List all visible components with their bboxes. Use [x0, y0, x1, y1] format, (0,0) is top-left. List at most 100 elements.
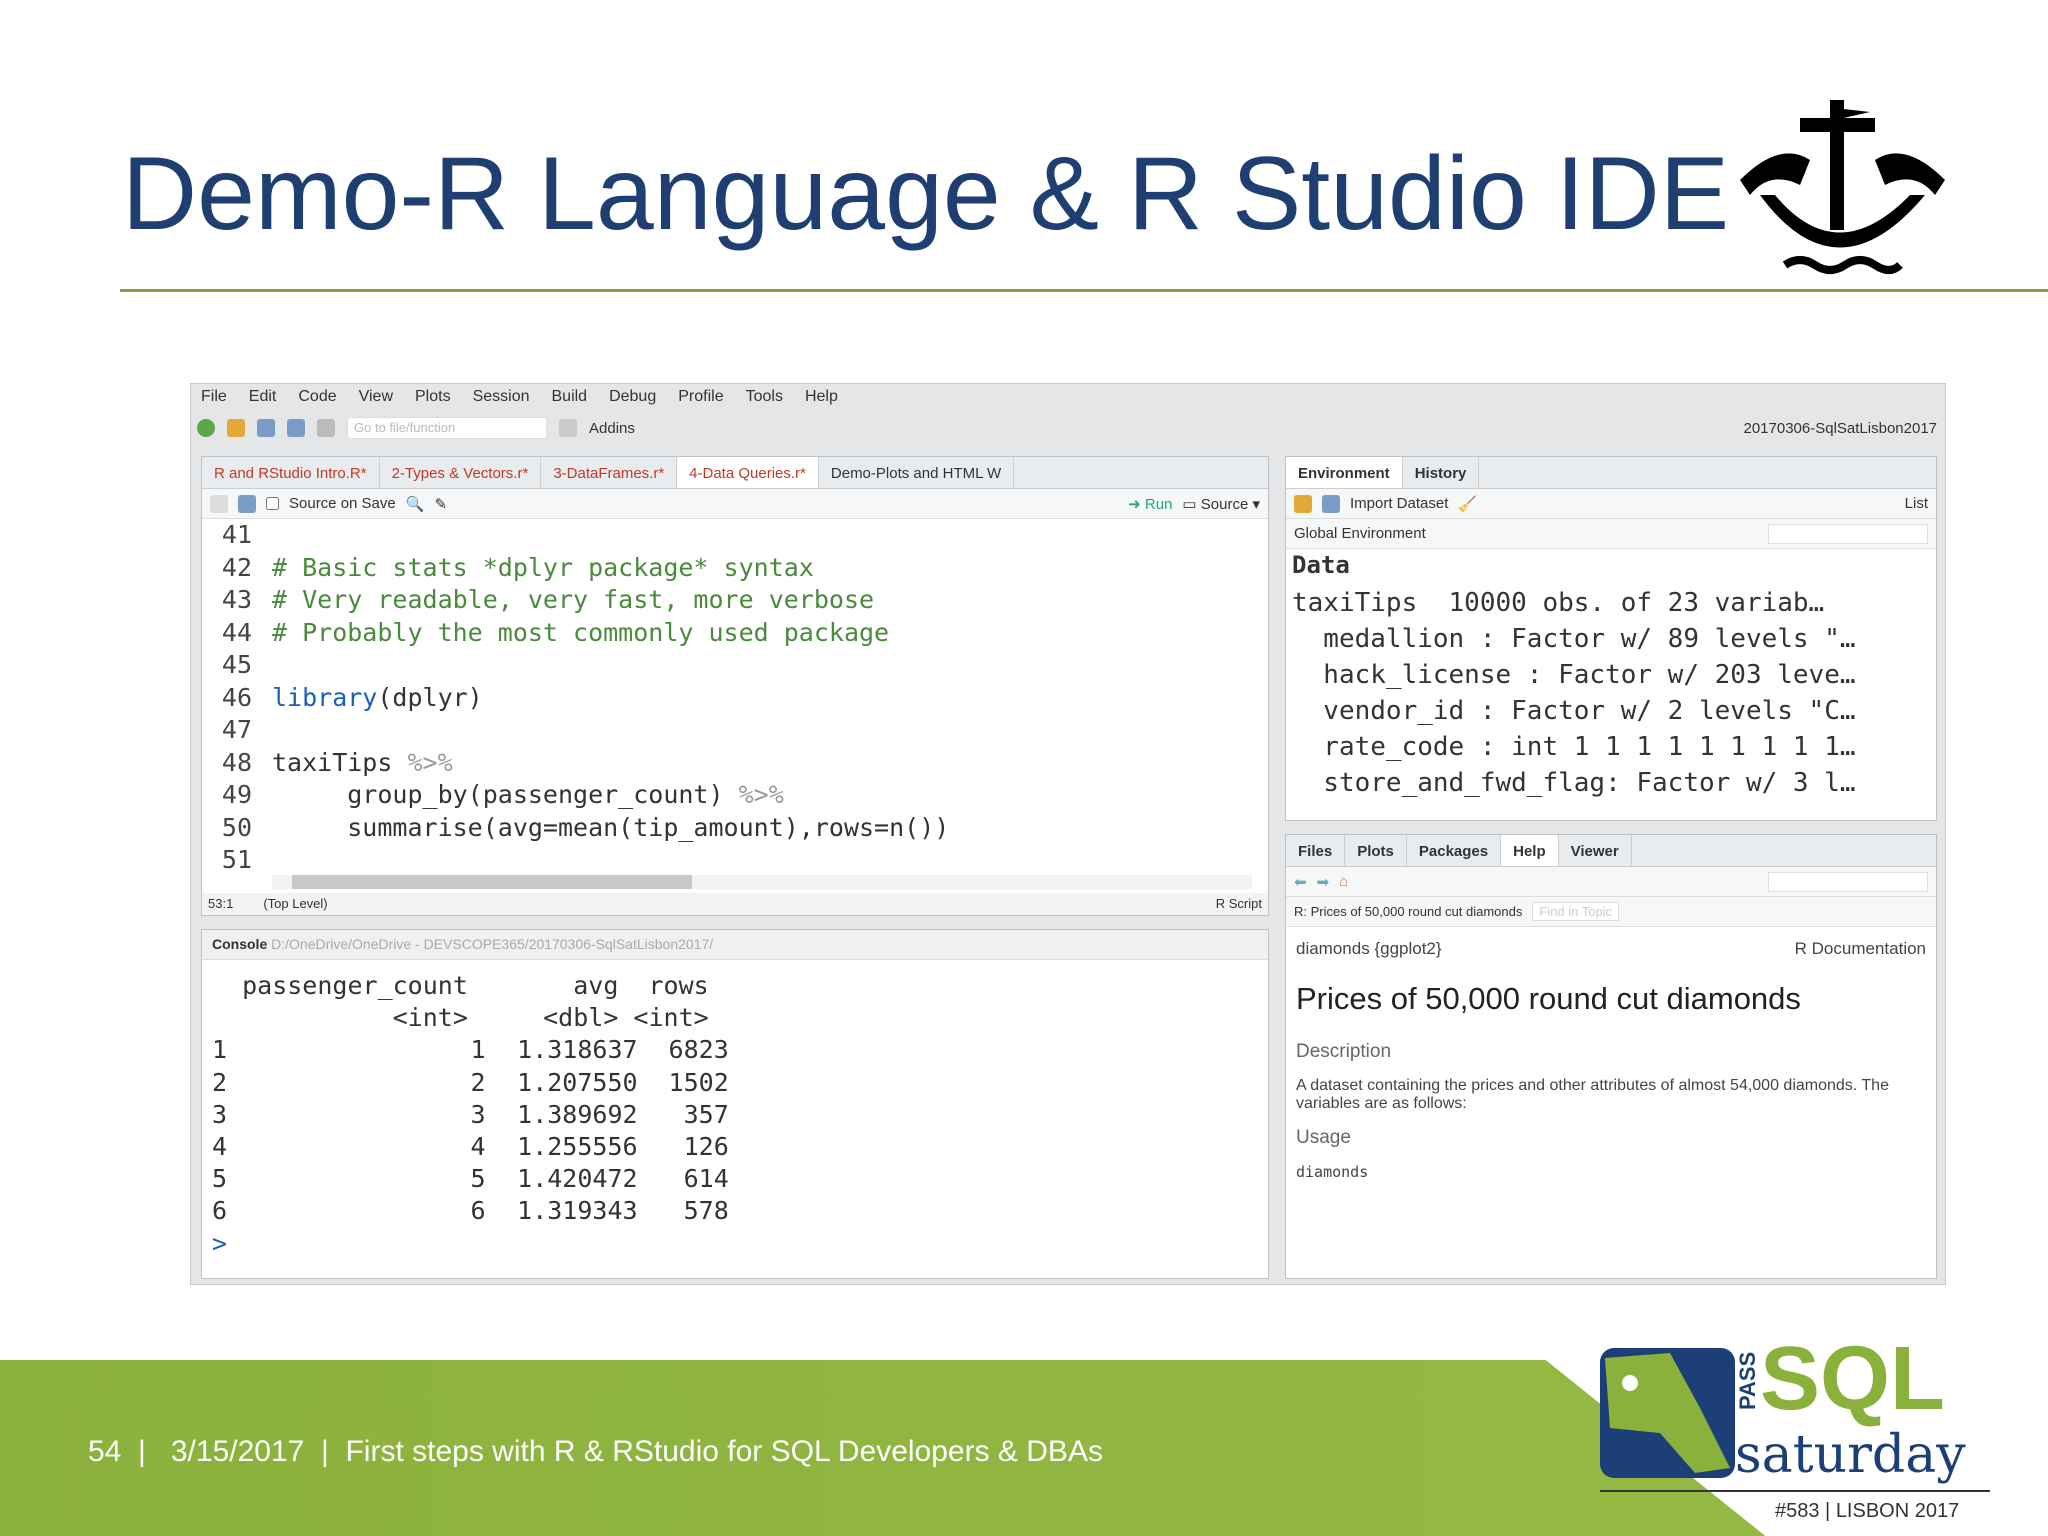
- tab-demo-plots[interactable]: Demo-Plots and HTML W: [819, 457, 1015, 488]
- editor-toolbar: Source on Save 🔍 ✎ ➜ Run ▭ Source ▾: [202, 489, 1268, 519]
- cell-avg: 1.255556: [517, 1131, 638, 1161]
- line-text: group_by(passenger_count) %>%: [272, 780, 784, 809]
- open-project-icon[interactable]: [227, 419, 245, 437]
- menu-file[interactable]: File: [201, 388, 227, 406]
- sql-text: SQL: [1760, 1329, 1946, 1429]
- project-menu[interactable]: 20170306-SqlSatLisbon2017: [1744, 420, 1938, 437]
- back-icon[interactable]: [210, 494, 228, 513]
- help-heading: Prices of 50,000 round cut diamonds: [1296, 981, 1801, 1016]
- tab-types-vectors[interactable]: 2-Types & Vectors.r*: [380, 457, 542, 488]
- menu-build[interactable]: Build: [552, 388, 588, 406]
- console-row: 2 2 1.207550 1502: [212, 1067, 1258, 1099]
- cell-rows: 1502: [668, 1067, 729, 1097]
- find-in-topic-input[interactable]: Find in Topic: [1532, 902, 1620, 921]
- slide-date: 3/15/2017: [170, 1435, 305, 1468]
- global-environment-selector[interactable]: Global Environment: [1294, 525, 1426, 542]
- print-icon[interactable]: [317, 419, 335, 437]
- tab-intro[interactable]: R and RStudio Intro.R*: [202, 457, 380, 488]
- horizontal-scrollbar[interactable]: [272, 875, 1252, 889]
- file-type-selector[interactable]: R Script: [1216, 896, 1262, 912]
- environment-list[interactable]: taxiTips 10000 obs. of 23 variab… medall…: [1292, 585, 1930, 801]
- env-item[interactable]: rate_code : int 1 1 1 1 1 1 1 1 1…: [1292, 729, 1930, 765]
- cell-pc: 6: [470, 1196, 486, 1226]
- run-button[interactable]: ➜ Run: [1128, 495, 1172, 513]
- env-search-input[interactable]: [1768, 523, 1928, 544]
- cell-avg: 1.420472: [517, 1164, 638, 1194]
- menu-tools[interactable]: Tools: [746, 388, 783, 406]
- env-item[interactable]: hack_license : Factor w/ 203 leve…: [1292, 657, 1930, 693]
- env-item[interactable]: vendor_id : Factor w/ 2 levels "C…: [1292, 693, 1930, 729]
- list-view-selector[interactable]: List: [1905, 495, 1928, 512]
- menu-view[interactable]: View: [359, 388, 393, 406]
- menu-code[interactable]: Code: [298, 388, 336, 406]
- help-topic-selector[interactable]: R: Prices of 50,000 round cut diamonds: [1294, 904, 1522, 919]
- help-package: diamonds {ggplot2}: [1296, 939, 1442, 958]
- console-output[interactable]: passenger_count avg rows <int> <dbl> <in…: [202, 960, 1268, 1270]
- help-topic-bar: R: Prices of 50,000 round cut diamonds F…: [1286, 897, 1936, 927]
- menu-plots[interactable]: Plots: [415, 388, 451, 406]
- tab-files[interactable]: Files: [1286, 835, 1346, 866]
- back-arrow-icon[interactable]: ⬅: [1294, 873, 1307, 891]
- tab-viewer[interactable]: Viewer: [1559, 835, 1632, 866]
- console-prompt[interactable]: >: [212, 1228, 1258, 1260]
- save-workspace-icon[interactable]: [1322, 494, 1340, 513]
- env-item[interactable]: store_and_fwd_flag: Factor w/ 3 l…: [1292, 765, 1930, 801]
- cursor-position: 53:1: [208, 896, 234, 911]
- code-line: 45: [202, 649, 1268, 682]
- save-all-icon[interactable]: [287, 419, 305, 437]
- menu-session[interactable]: Session: [473, 388, 530, 406]
- line-number: 50: [221, 812, 252, 842]
- import-dataset-button[interactable]: Import Dataset: [1350, 495, 1448, 512]
- code-line: 48 taxiTips %>%: [202, 747, 1268, 780]
- load-workspace-icon[interactable]: [1294, 494, 1312, 513]
- save-icon[interactable]: [238, 494, 256, 513]
- forward-arrow-icon[interactable]: ➡: [1317, 873, 1330, 891]
- console-row: 4 4 1.255556 126: [212, 1131, 1258, 1163]
- home-icon[interactable]: ⌂: [1339, 873, 1348, 890]
- line-text: # Very readable, very fast, more verbose: [272, 585, 875, 614]
- source-on-save-checkbox[interactable]: [266, 497, 279, 510]
- cell-rows: 126: [683, 1131, 729, 1161]
- wand-icon[interactable]: ✎: [434, 495, 447, 513]
- env-item[interactable]: taxiTips 10000 obs. of 23 variab…: [1292, 585, 1930, 621]
- scope-selector[interactable]: (Top Level): [263, 896, 327, 912]
- env-item[interactable]: medallion : Factor w/ 89 levels "…: [1292, 621, 1930, 657]
- goto-file-input[interactable]: Go to file/function: [347, 417, 547, 439]
- tab-environment[interactable]: Environment: [1286, 457, 1403, 488]
- console-header: passenger_count avg rows: [212, 971, 709, 1000]
- tab-data-queries[interactable]: 4-Data Queries.r*: [677, 457, 819, 488]
- save-icon[interactable]: [257, 419, 275, 437]
- menu-profile[interactable]: Profile: [678, 388, 723, 406]
- new-file-icon[interactable]: [197, 419, 215, 437]
- source-button[interactable]: ▭ Source ▾: [1182, 495, 1260, 513]
- help-search-input[interactable]: [1768, 871, 1928, 892]
- code-area[interactable]: 41 42 # Basic stats *dplyr package* syntax…: [202, 519, 1268, 877]
- menu-help[interactable]: Help: [805, 388, 838, 406]
- help-description-heading: Description: [1296, 1041, 1392, 1062]
- broom-icon[interactable]: 🧹: [1458, 495, 1477, 513]
- menu-bar: File Edit Code View Plots Session Build …: [201, 388, 838, 406]
- tab-help[interactable]: Help: [1501, 835, 1559, 866]
- code-line: 44 # Probably the most commonly used pack…: [202, 617, 1268, 650]
- tab-history[interactable]: History: [1403, 457, 1480, 488]
- tab-plots[interactable]: Plots: [1345, 835, 1407, 866]
- workspace-panes-icon[interactable]: [559, 419, 577, 437]
- pass-text: PASS: [1735, 1351, 1760, 1410]
- source-label: Source: [1200, 495, 1249, 513]
- menu-debug[interactable]: Debug: [609, 388, 656, 406]
- anchor-logo-icon: [1740, 100, 1945, 274]
- line-number: 41: [221, 520, 252, 549]
- sep: |: [321, 1435, 329, 1468]
- addins-menu[interactable]: Addins: [589, 420, 635, 437]
- menu-edit[interactable]: Edit: [249, 388, 277, 406]
- console-row: 3 3 1.389692 357: [212, 1099, 1258, 1131]
- cell-rows: 578: [683, 1196, 729, 1226]
- search-icon[interactable]: 🔍: [406, 495, 425, 513]
- cell-avg: 1.389692: [517, 1099, 638, 1129]
- line-number: 44: [221, 617, 252, 647]
- console-row: 1 1 1.318637 6823: [212, 1034, 1258, 1066]
- tab-dataframes[interactable]: 3-DataFrames.r*: [541, 457, 678, 488]
- cell-i: 6: [212, 1196, 228, 1226]
- console-header: Console D:/OneDrive/OneDrive - DEVSCOPE3…: [202, 930, 1268, 960]
- tab-packages[interactable]: Packages: [1407, 835, 1502, 866]
